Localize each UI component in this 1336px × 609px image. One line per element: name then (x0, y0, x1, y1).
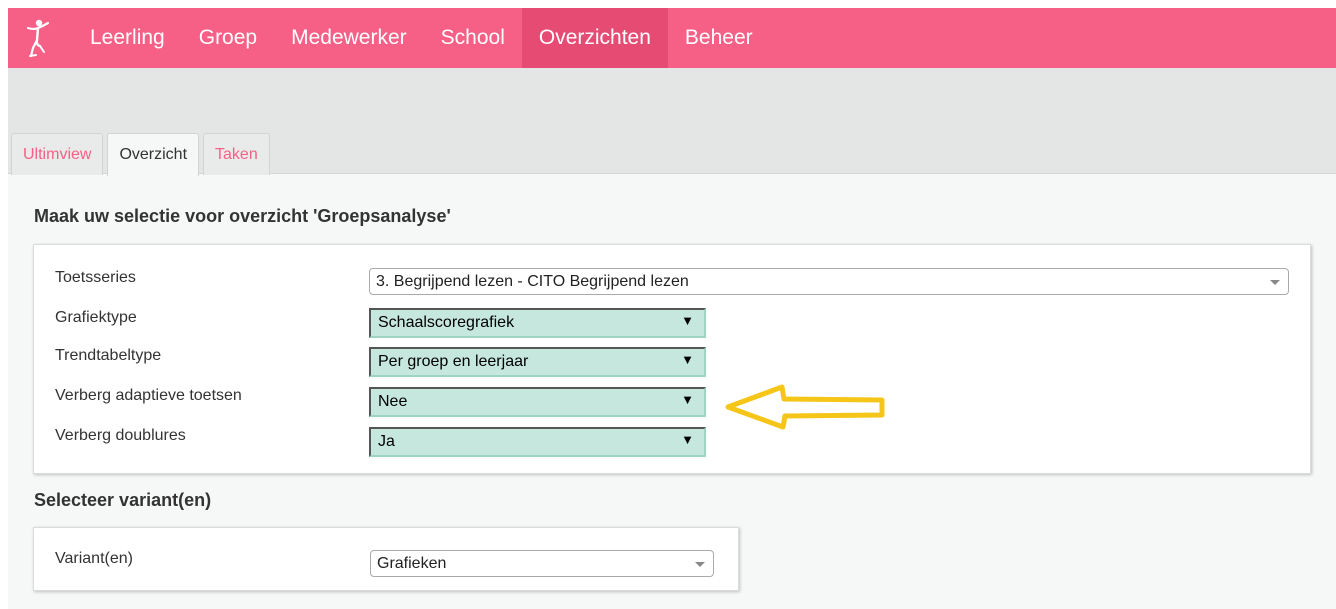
chevron-down-icon (695, 562, 705, 567)
adaptieve-toetsen-select[interactable]: Nee ▼ (369, 387, 706, 417)
grafiektype-value: Schaalscoregrafiek (378, 314, 515, 331)
trendtabeltype-label: Trendtabeltype (55, 347, 162, 364)
chevron-down-icon (1270, 280, 1280, 285)
doublures-label: Verberg doublures (55, 427, 186, 444)
trendtabeltype-value: Per groep en leerjaar (378, 353, 529, 370)
variant-panel: Variant(en) Grafieken (33, 527, 739, 591)
nav-beheer[interactable]: Beheer (668, 8, 770, 68)
dancer-logo-icon[interactable] (8, 8, 68, 68)
variant-heading: Selecteer variant(en) (34, 490, 212, 510)
toetsseries-label: Toetsseries (55, 269, 136, 286)
adaptieve-toetsen-value: Nee (378, 393, 408, 410)
grafiektype-label: Grafiektype (55, 309, 137, 326)
tab-ultimview[interactable]: Ultimview (11, 133, 104, 175)
tab-taken[interactable]: Taken (203, 133, 270, 175)
yellow-arrow-icon (724, 383, 894, 438)
grafiektype-select[interactable]: Schaalscoregrafiek ▼ (369, 308, 706, 338)
dropdown-arrow-icon: ▼ (681, 432, 694, 447)
toetsseries-select[interactable]: 3. Begrijpend lezen - CITO Begrijpend le… (369, 268, 1289, 295)
nav-groep[interactable]: Groep (182, 8, 274, 68)
nav-school[interactable]: School (424, 8, 522, 68)
doublures-value: Ja (378, 433, 395, 450)
selection-heading: Maak uw selectie voor overzicht 'Groepsa… (34, 206, 451, 226)
adaptieve-toetsen-label: Verberg adaptieve toetsen (55, 387, 242, 404)
tab-overzicht[interactable]: Overzicht (107, 133, 200, 176)
nav-overzichten[interactable]: Overzichten (521, 8, 668, 68)
doublures-select[interactable]: Ja ▼ (369, 427, 706, 457)
nav-leerling[interactable]: Leerling (68, 8, 182, 68)
top-navbar: Leerling Groep Medewerker School Overzic… (8, 8, 1336, 68)
dropdown-arrow-icon: ▼ (681, 313, 694, 328)
dropdown-arrow-icon: ▼ (681, 352, 694, 367)
page: Leerling Groep Medewerker School Overzic… (8, 8, 1336, 609)
toetsseries-value: 3. Begrijpend lezen - CITO Begrijpend le… (376, 272, 689, 290)
selection-panel: Toetsseries 3. Begrijpend lezen - CITO B… (33, 244, 1311, 474)
variant-label: Variant(en) (55, 550, 133, 567)
trendtabeltype-select[interactable]: Per groep en leerjaar ▼ (369, 347, 706, 377)
variant-select[interactable]: Grafieken (370, 550, 714, 577)
nav-medewerker[interactable]: Medewerker (274, 8, 424, 68)
dropdown-arrow-icon: ▼ (681, 392, 694, 407)
variant-value: Grafieken (377, 554, 447, 572)
tab-bar: Ultimview Overzicht Taken (11, 132, 274, 176)
